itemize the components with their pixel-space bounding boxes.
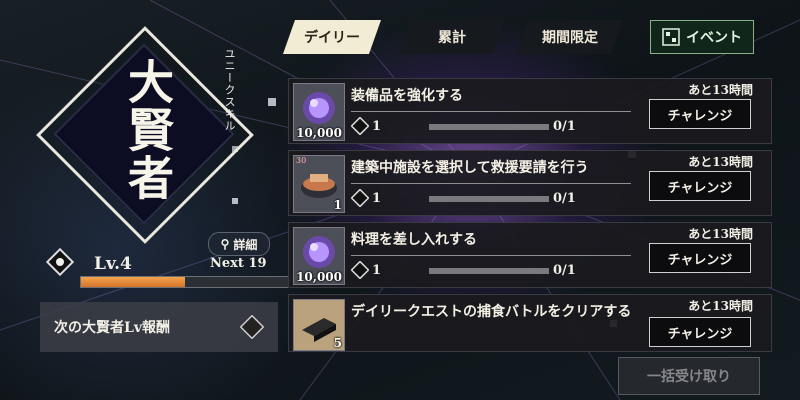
mission-tabs: デイリー 累計 期間限定 イベント	[283, 20, 763, 56]
next-reward-button[interactable]: 次の大賢者Lv報酬	[40, 302, 278, 352]
detail-label: 詳細	[233, 237, 258, 252]
reward-diamond-icon	[240, 315, 264, 339]
challenge-button[interactable]: チャレンジ	[649, 317, 751, 347]
item-tag: 30	[296, 156, 307, 165]
challenge-button[interactable]: チャレンジ	[649, 171, 751, 201]
mission-title: デイリークエストの捕食バトルをクリアする	[351, 304, 632, 320]
tab-limited[interactable]: 期間限定	[517, 20, 623, 54]
tab-cumulative[interactable]: 累計	[399, 20, 505, 54]
mission-reward-item[interactable]: 5	[293, 299, 345, 351]
mission-progress-bar	[429, 268, 549, 274]
item-quantity: 10,000	[296, 126, 342, 140]
divider	[351, 255, 631, 256]
time-left: あと13時間	[688, 155, 753, 169]
time-left: あと13時間	[688, 299, 753, 313]
skill-title: 大賢者	[121, 58, 175, 202]
item-quantity: 5	[333, 336, 342, 350]
tab-daily[interactable]: デイリー	[283, 20, 381, 54]
claim-all-button[interactable]: 一括受け取り	[618, 357, 760, 395]
grid-icon	[662, 28, 680, 46]
tab-limited-label: 期間限定	[542, 30, 598, 46]
divider	[351, 111, 631, 112]
reward-diamond-icon	[351, 117, 369, 135]
mission-row: 10,000 料理を差し入れする 1 0/1 あと13時間 チャレンジ	[288, 222, 772, 288]
reward-diamond-icon	[351, 189, 369, 207]
level-progress-fill	[81, 277, 185, 287]
mission-row: 10,000 装備品を強化する 1 0/1 あと13時間 チャレンジ	[288, 78, 772, 144]
level-panel: Lv.4 ⚲ 詳細 Next 19	[40, 232, 312, 300]
mission-row: 30 1 建築中施設を選択して救援要請を行う 1 0/1 あと13時間 チャレン…	[288, 150, 772, 216]
mission-reward-item[interactable]: 30 1	[293, 155, 345, 213]
magnifier-icon: ⚲	[220, 237, 230, 251]
mission-progress-text: 0/1	[553, 191, 576, 206]
skill-subtitle: ユニークスキル	[223, 48, 236, 132]
mission-reward-item[interactable]: 10,000	[293, 227, 345, 285]
item-quantity: 10,000	[296, 270, 342, 284]
mission-title: 装備品を強化する	[351, 88, 463, 104]
tab-daily-label: デイリー	[304, 30, 360, 46]
item-quantity: 1	[333, 198, 342, 212]
tab-cumulative-label: 累計	[438, 30, 466, 46]
next-level-text: Next 19	[210, 256, 267, 271]
mission-reward-item[interactable]: 10,000	[293, 83, 345, 141]
time-left: あと13時間	[688, 227, 753, 241]
mission-title: 料理を差し入れする	[351, 232, 477, 248]
level-text: Lv.4	[94, 254, 132, 274]
divider	[351, 183, 631, 184]
tab-event[interactable]: イベント	[650, 20, 754, 54]
mission-progress-text: 0/1	[553, 263, 576, 278]
reward-count: 1	[372, 191, 382, 206]
tab-event-label: イベント	[686, 30, 742, 46]
detail-button[interactable]: ⚲ 詳細	[208, 232, 270, 256]
challenge-button[interactable]: チャレンジ	[649, 99, 751, 129]
reward-diamond-icon	[351, 261, 369, 279]
next-reward-label: 次の大賢者Lv報酬	[54, 320, 170, 336]
mission-progress-bar	[429, 124, 549, 130]
mission-row: 5 デイリークエストの捕食バトルをクリアする あと13時間 チャレンジ	[288, 294, 772, 352]
mission-progress-text: 0/1	[553, 119, 576, 134]
mission-progress-bar	[429, 196, 549, 202]
level-badge-icon	[46, 248, 74, 276]
time-left: あと13時間	[688, 83, 753, 97]
skill-emblem: 大賢者 ユニークスキル	[36, 26, 254, 244]
challenge-button[interactable]: チャレンジ	[649, 243, 751, 273]
reward-count: 1	[372, 263, 382, 278]
level-progress-bar	[80, 276, 312, 288]
reward-count: 1	[372, 119, 382, 134]
mission-title: 建築中施設を選択して救援要請を行う	[351, 160, 589, 176]
